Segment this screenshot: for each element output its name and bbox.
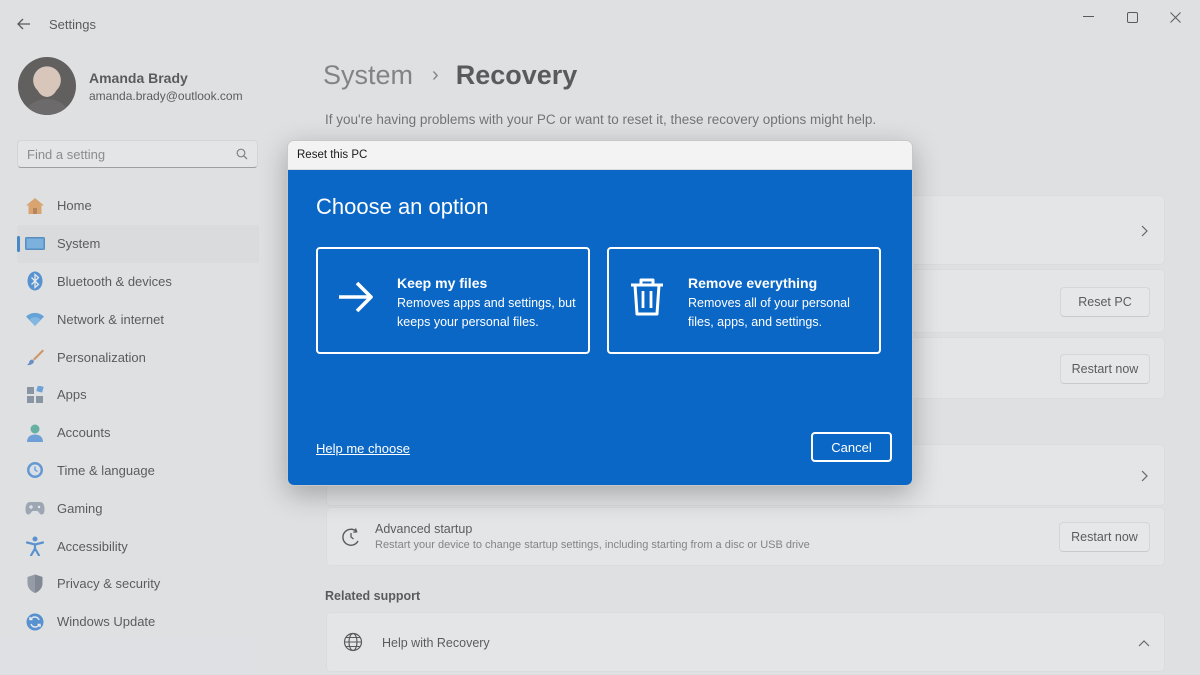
remove-everything-option[interactable]: Remove everything Removes all of your pe… <box>607 247 881 354</box>
dialog-title: Reset this PC <box>297 149 368 161</box>
arrow-right-icon <box>334 275 378 319</box>
dialog-title-bar: Reset this PC <box>288 141 912 170</box>
cancel-button[interactable]: Cancel <box>811 432 892 462</box>
option-title: Keep my files <box>397 275 488 291</box>
keep-my-files-option[interactable]: Keep my files Removes apps and settings,… <box>316 247 590 354</box>
option-description: Removes all of your personal files, apps… <box>688 296 850 329</box>
help-me-choose-link[interactable]: Help me choose <box>316 441 410 456</box>
option-title: Remove everything <box>688 275 818 291</box>
trash-icon <box>625 275 669 319</box>
dialog-heading: Choose an option <box>316 194 489 219</box>
option-description: Removes apps and settings, but keeps you… <box>397 296 576 329</box>
dialog-body: Choose an option Keep my files Removes a… <box>288 170 912 485</box>
reset-pc-dialog: Reset this PC Choose an option Keep my f… <box>287 140 913 486</box>
